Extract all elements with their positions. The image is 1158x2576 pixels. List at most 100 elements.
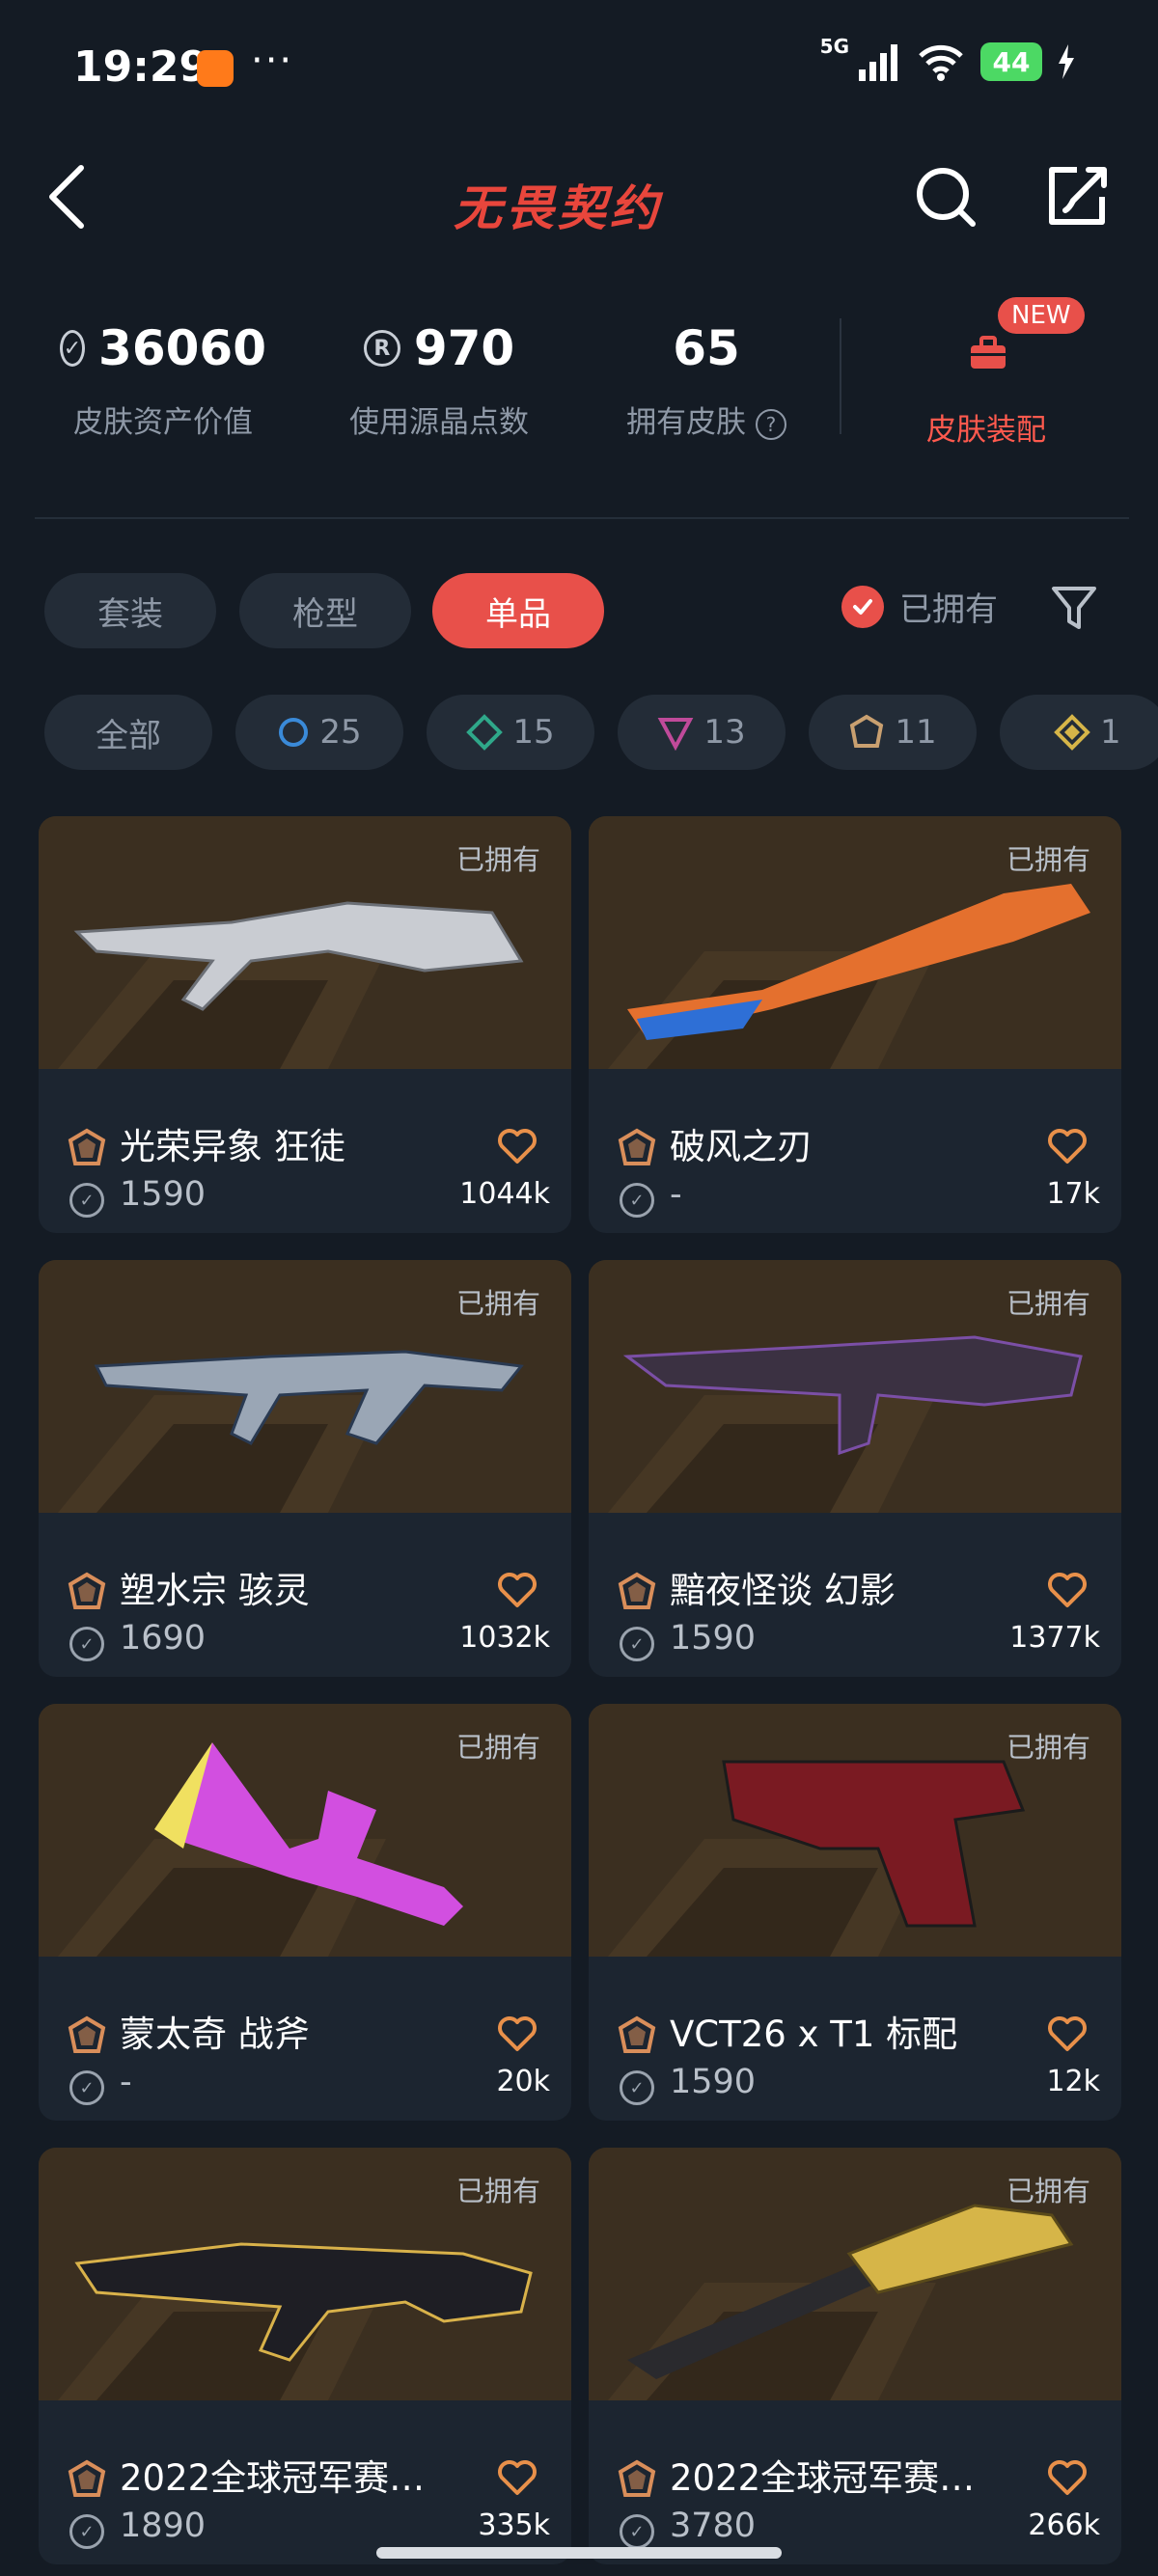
like-count: 20k [496, 2065, 550, 2098]
heart-icon[interactable] [496, 1569, 538, 1611]
skin-card[interactable]: 已拥有 破风之刃 ✓ - 17k [589, 816, 1121, 1233]
owned-tag: 已拥有 [1006, 2175, 1090, 2207]
exclusive-tier-icon [618, 1128, 656, 1165]
back-button[interactable] [42, 162, 100, 232]
skin-card[interactable]: 已拥有 VCT26 x T1 标配 ✓ 1590 12k [589, 1704, 1121, 2121]
exclusive-tier-icon [618, 1572, 656, 1609]
owned-skins-label-row: 拥有皮肤 ? [610, 397, 803, 441]
asset-value: 36060 [98, 320, 266, 376]
wifi-icon [919, 44, 963, 81]
exclusive-tier-icon [618, 2015, 656, 2053]
tab-weapon-type[interactable]: 枪型 [239, 573, 411, 648]
heart-icon[interactable] [1046, 1569, 1089, 1611]
skin-price: 1590 [670, 1619, 757, 1658]
owned-tag: 已拥有 [455, 843, 540, 876]
shopping-app-notification-icon [197, 50, 234, 87]
exclusive-tier-icon [68, 2459, 106, 2497]
status-indicators: 5G 44 [820, 35, 1075, 81]
tab-bundles[interactable]: 套装 [44, 573, 216, 648]
exclusive-tier-icon [618, 2459, 656, 2497]
heart-icon[interactable] [496, 2013, 538, 2055]
tier-chip-label: 全部 [96, 716, 161, 755]
exclusive-tier-icon [68, 1572, 106, 1609]
tier-chip-ultra[interactable]: 1 [1000, 695, 1158, 770]
like-count: 17k [1046, 1177, 1100, 1211]
heart-icon[interactable] [496, 1125, 538, 1167]
heart-icon[interactable] [1046, 1125, 1089, 1167]
owned-skins-value: 65 [673, 320, 740, 376]
skin-price: 1890 [120, 2507, 207, 2545]
network-type: 5G [819, 35, 849, 58]
filter-button[interactable] [1050, 583, 1098, 635]
exclusive-tier-icon [68, 2015, 106, 2053]
owned-tag: 已拥有 [1006, 1731, 1090, 1764]
vp-coin-icon: ✓ [620, 1627, 654, 1661]
exclusive-tier-icon [850, 714, 884, 748]
skin-name: 蒙太奇 战斧 [120, 2014, 310, 2055]
exclusive-tier-icon [68, 1128, 106, 1165]
skin-card[interactable]: 已拥有 塑水宗 骇灵 ✓ 1690 1032k [39, 1260, 571, 1677]
owned-tag: 已拥有 [455, 1731, 540, 1764]
search-button[interactable] [911, 162, 980, 232]
owned-tag: 已拥有 [1006, 1287, 1090, 1320]
skin-name: 2022全球冠军赛… [670, 2457, 976, 2499]
vp-coin-icon: ✓ [69, 1627, 104, 1661]
like-count: 266k [1028, 2508, 1100, 2542]
skin-card[interactable]: 已拥有 蒙太奇 战斧 ✓ - 20k [39, 1704, 571, 2121]
radianite-label: 使用源晶点数 [349, 405, 529, 440]
check-icon [841, 585, 884, 628]
tier-chip-all[interactable]: 全部 [44, 695, 212, 770]
skin-price: - [670, 1175, 682, 1214]
heart-icon[interactable] [1046, 2013, 1089, 2055]
owned-tag: 已拥有 [1006, 843, 1090, 876]
tier-chip-count: 13 [703, 713, 746, 752]
skin-price: 1690 [120, 1619, 207, 1658]
status-time: 19:29 [73, 42, 209, 92]
search-icon [917, 168, 976, 227]
tier-chip-count: 1 [1100, 713, 1121, 752]
skin-card[interactable]: 已拥有 黯夜怪谈 幻影 ✓ 1590 1377k [589, 1260, 1121, 1677]
stat-owned-skins[interactable]: 65 拥有皮肤 ? [610, 318, 803, 441]
tier-chip-exclusive[interactable]: 11 [809, 695, 977, 770]
tab-single-items[interactable]: 单品 [432, 573, 604, 648]
battery-level: 44 [980, 42, 1042, 81]
like-count: 1377k [1009, 1621, 1100, 1655]
home-indicator[interactable] [376, 2547, 782, 2559]
skin-name: 塑水宗 骇灵 [120, 1570, 310, 1611]
share-button[interactable] [1042, 162, 1112, 232]
skin-card[interactable]: 已拥有 光荣异象 狂徒 ✓ 1590 1044k [39, 816, 571, 1233]
owned-only-toggle[interactable]: 已拥有 [841, 583, 998, 630]
vp-coin-icon: ✓ [620, 2070, 654, 2105]
owned-tag: 已拥有 [455, 1287, 540, 1320]
premium-tier-icon [658, 718, 694, 751]
chevron-left-icon [49, 165, 84, 229]
heart-icon[interactable] [1046, 2456, 1089, 2499]
signal-icon [859, 44, 897, 81]
skin-card[interactable]: 已拥有 2022全球冠军赛… ✓ 1890 335k [39, 2148, 571, 2564]
like-count: 12k [1046, 2065, 1100, 2098]
new-badge: NEW [998, 297, 1085, 334]
tier-chip-deluxe[interactable]: 15 [427, 695, 594, 770]
help-icon[interactable]: ? [755, 408, 786, 440]
like-count: 1032k [459, 1621, 550, 1655]
owned-tag: 已拥有 [455, 2175, 540, 2207]
owned-skins-label: 拥有皮肤 [626, 405, 747, 440]
vp-coin-icon: ✓ [620, 1183, 654, 1218]
share-icon [1049, 167, 1107, 225]
toolbox-icon [967, 332, 1009, 374]
heart-icon[interactable] [496, 2456, 538, 2499]
skin-card[interactable]: 已拥有 2022全球冠军赛… ✓ 3780 266k [589, 2148, 1121, 2564]
radianite-value: 970 [413, 320, 515, 376]
skin-name: 黯夜怪谈 幻影 [670, 1570, 896, 1611]
vp-coin-icon: ✓ [69, 2514, 104, 2549]
stat-radianite: R 970 使用源晶点数 [336, 318, 542, 441]
tier-chip-count: 15 [512, 713, 555, 752]
tier-chip-premium[interactable]: 13 [618, 695, 786, 770]
tier-chip-select[interactable]: 25 [235, 695, 403, 770]
skin-price: 1590 [670, 2063, 757, 2101]
tier-chip-count: 11 [895, 713, 937, 752]
skin-name: 光荣异象 狂徒 [120, 1126, 345, 1167]
vp-coin-icon: ✓ [69, 1183, 104, 1218]
stats-divider [840, 318, 841, 434]
like-count: 335k [478, 2508, 550, 2542]
